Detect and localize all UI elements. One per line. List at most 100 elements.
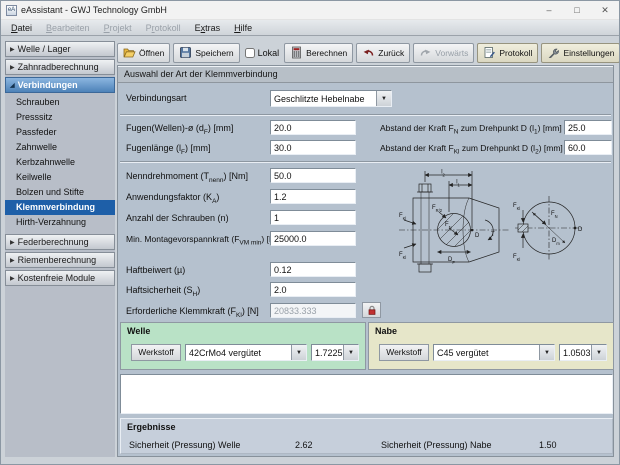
montagevorspannkraft-label: Min. Montagevorspannkraft (FVM min) [N] [126, 234, 277, 244]
sidebar-section-zahnradberechnung[interactable]: ▶ Zahnradberechnung [5, 59, 115, 75]
forward-button: Vorwärts [413, 43, 474, 63]
abstand-l2-label: Abstand der Kraft FKl zum Drehpunkt D (l… [380, 143, 563, 153]
open-folder-icon [123, 46, 136, 59]
sidebar-section-label: Riemenberechnung [18, 255, 97, 265]
sidebar-section-label: Kostenfreie Module [18, 273, 96, 283]
separator [120, 114, 611, 116]
sidebar-item-kerbzahnwelle[interactable]: Kerbzahnwelle [5, 155, 115, 170]
content-panel: Auswahl der Art der Klemmverbindung Verb… [117, 65, 614, 457]
menu-hilfe[interactable]: Hilfe [227, 23, 259, 33]
wrench-icon [547, 46, 560, 59]
protocol-button[interactable]: Protokoll [477, 43, 538, 63]
haftbeiwert-input[interactable] [270, 262, 356, 277]
sidebar-item-hirth-verzahnung[interactable]: Hirth-Verzahnung [5, 215, 115, 230]
sidebar-section-welle-lager[interactable]: ▶ Welle / Lager [5, 41, 115, 57]
close-button[interactable]: ✕ [591, 1, 619, 19]
nabe-material-value: C45 vergütet [434, 348, 539, 358]
nenndrehmoment-input[interactable] [270, 168, 356, 183]
sidebar-section-verbindungen[interactable]: ◢ Verbindungen [5, 77, 115, 93]
result-welle-value: 2.62 [295, 440, 313, 450]
sidebar-section-federberechnung[interactable]: ▶ Federberechnung [5, 234, 115, 250]
result-welle-label: Sicherheit (Pressung) Welle [129, 440, 240, 450]
diagram-label-fkl: FKl [399, 213, 406, 221]
chevron-down-icon[interactable]: ▼ [291, 345, 306, 360]
fugen-durchmesser-input[interactable] [270, 120, 356, 135]
settings-button-label: Einstellungen [563, 48, 614, 58]
chevron-right-icon: ▶ [10, 46, 15, 53]
haftbeiwert-label: Haftbeiwert (µ) [126, 265, 185, 275]
sidebar-section-label: Verbindungen [18, 80, 78, 90]
chevron-down-icon[interactable]: ▼ [343, 345, 358, 360]
haftsicherheit-label: Haftsicherheit (SH) [126, 285, 200, 295]
anwendungsfaktor-input[interactable] [270, 189, 356, 204]
welle-material-select[interactable]: 42CrMo4 vergütet ▼ [185, 344, 307, 361]
welle-number-select[interactable]: 1.7225 ▼ [311, 344, 359, 361]
chevron-right-icon: ▶ [10, 239, 15, 246]
save-button[interactable]: Speichern [173, 43, 239, 63]
forward-arrow-icon [419, 46, 432, 59]
nabe-panel-title: Nabe [375, 326, 397, 336]
diagram-label-fn: FN [445, 222, 452, 230]
diagram-label-dm: Dm [552, 238, 560, 246]
nabe-number-value: 1.0503 [560, 348, 591, 358]
verbindungsart-select[interactable]: Geschlitzte Hebelnabe ▼ [270, 90, 392, 107]
montagevorspannkraft-input[interactable] [270, 231, 356, 246]
sidebar-item-klemmverbindung[interactable]: Klemmverbindung [5, 200, 115, 215]
chevron-right-icon: ▶ [10, 64, 15, 71]
menubar: Datei Bearbeiten Projekt Protokoll Extra… [1, 20, 619, 36]
chevron-right-icon: ▶ [10, 275, 15, 282]
back-arrow-icon [362, 46, 375, 59]
anwendungsfaktor-label: Anwendungsfaktor (KA) [126, 192, 219, 202]
separator [120, 161, 611, 163]
klemmkraft-input [270, 303, 356, 318]
settings-button[interactable]: Einstellungen [541, 43, 620, 63]
maximize-button[interactable]: □ [563, 1, 591, 19]
nabe-number-select[interactable]: 1.0503 ▼ [559, 344, 607, 361]
sidebar-section-kostenfreie-module[interactable]: ▶ Kostenfreie Module [5, 270, 115, 286]
sidebar-item-schrauben[interactable]: Schrauben [5, 95, 115, 110]
verbindungsart-label: Verbindungsart [126, 93, 187, 103]
nabe-werkstoff-button[interactable]: Werkstoff [379, 344, 429, 361]
sidebar-item-presssitz[interactable]: Presssitz [5, 110, 115, 125]
diagram-label-df: DF [448, 257, 455, 265]
nenndrehmoment-label: Nenndrehmoment (Tnenn) [Nm] [126, 171, 248, 181]
nabe-material-select[interactable]: C45 vergütet ▼ [433, 344, 555, 361]
abstand-l1-input[interactable] [564, 120, 612, 135]
minimize-button[interactable]: – [535, 1, 563, 19]
clamp-connection-diagram: l2 l1 FKl FKl FR/2 FN DF D T FKl FKl FN … [399, 168, 611, 276]
fugenlaenge-input[interactable] [270, 140, 356, 155]
calculate-button[interactable]: Berechnen [284, 43, 353, 63]
welle-werkstoff-button[interactable]: Werkstoff [131, 344, 181, 361]
sidebar-section-riemenberechnung[interactable]: ▶ Riemenberechnung [5, 252, 115, 268]
chevron-down-icon[interactable]: ▼ [376, 91, 391, 106]
sidebar-item-zahnwelle[interactable]: Zahnwelle [5, 140, 115, 155]
menu-extras[interactable]: Extras [188, 23, 228, 33]
message-box [120, 374, 613, 414]
local-checkbox[interactable] [245, 48, 255, 58]
menu-datei[interactable]: Datei [4, 23, 39, 33]
chevron-down-icon[interactable]: ▼ [539, 345, 554, 360]
sidebar-item-keilwelle[interactable]: Keilwelle [5, 170, 115, 185]
lock-button[interactable] [362, 302, 381, 318]
window-frame: ▶ Welle / Lager ▶ Zahnradberechnung ◢ Ve… [1, 37, 619, 464]
local-checkbox-label: Lokal [258, 48, 280, 58]
app-window: eA eAssistant - GWJ Technology GmbH – □ … [0, 0, 620, 465]
chevron-down-icon[interactable]: ▼ [591, 345, 606, 360]
anzahl-schrauben-input[interactable] [270, 210, 356, 225]
abstand-l2-input[interactable] [564, 140, 612, 155]
haftsicherheit-input[interactable] [270, 282, 356, 297]
sidebar-item-passfeder[interactable]: Passfeder [5, 125, 115, 140]
diagram-label-l1: l1 [456, 180, 460, 188]
lock-icon [366, 304, 378, 316]
floppy-disk-icon [179, 46, 192, 59]
menu-protokoll: Protokoll [139, 23, 188, 33]
diagram-label-d: D [475, 233, 480, 239]
back-button[interactable]: Zurück [356, 43, 410, 63]
fugen-durchmesser-label: Fugen(Wellen)-ø (dF) [mm] [126, 123, 233, 133]
abstand-l1-label: Abstand der Kraft FN zum Drehpunkt D (l1… [380, 123, 562, 133]
open-button[interactable]: Öffnen [117, 43, 170, 63]
sidebar-item-bolzen-und-stifte[interactable]: Bolzen und Stifte [5, 185, 115, 200]
fugenlaenge-label: Fugenlänge (lF) [mm] [126, 143, 211, 153]
sidebar-section-label: Zahnradberechnung [18, 62, 99, 72]
diagram-label-t: T [491, 232, 495, 238]
